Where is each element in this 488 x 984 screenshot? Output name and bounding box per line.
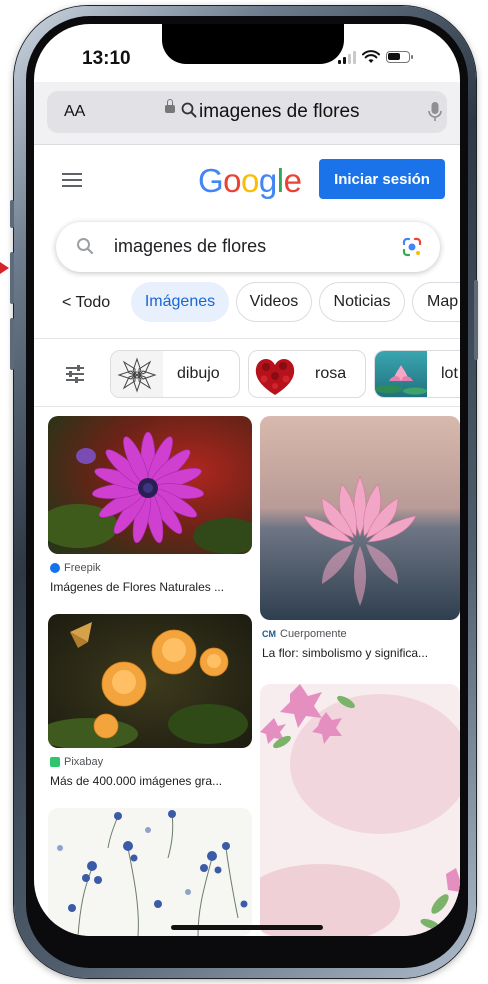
browser-toolbar: AA imagenes de flores [34,82,460,145]
tab-images[interactable]: Imágenes [131,282,229,322]
suggestion-label: dibujo [177,365,220,382]
lotus-thumbnail [375,351,427,397]
google-logo[interactable]: Google [198,162,302,200]
logo-letter: g [258,162,277,199]
pink-lotus-image[interactable] [260,416,460,620]
image-result[interactable]: Freepik Imágenes de Flores Naturales ... [48,416,252,606]
text-size-button[interactable]: AA [64,103,85,121]
freepik-icon [50,563,60,573]
red-roses-thumbnail [249,351,301,397]
lock-icon [165,99,175,113]
result-title[interactable]: La flor: simbolismo y significa... [262,646,428,660]
pixabay-icon [50,757,60,767]
home-indicator[interactable] [171,925,323,930]
battery-icon [386,51,413,63]
result-source[interactable]: Pixabay [50,756,103,768]
notch [162,24,344,64]
power-button [474,280,478,360]
signal-icon [338,50,356,64]
divider [34,406,460,407]
tab-videos[interactable]: Videos [236,282,312,322]
purple-flower-image[interactable] [48,416,252,554]
result-source[interactable]: Freepik [50,562,101,574]
suggestion-chip-loto[interactable]: lot [374,350,460,398]
suggestion-row: dibujo rosa lot [34,350,460,400]
pink-watercolor-image[interactable] [260,684,460,936]
tab-news[interactable]: Noticias [319,282,405,322]
tab-maps[interactable]: Map [412,282,460,322]
logo-letter: e [283,162,302,199]
result-source[interactable]: CM Cuerpomente [262,628,347,640]
menu-icon[interactable] [62,173,82,187]
result-title[interactable]: Más de 400.000 imágenes gra... [50,774,222,788]
search-icon [77,238,94,255]
phone-screen: 13:10 AA imagenes de flores Google Inici… [34,24,460,936]
logo-letter: o [223,162,242,199]
status-time: 13:10 [82,48,131,69]
status-icons [338,50,413,64]
tab-all-label: Todo [75,294,111,311]
image-result[interactable]: Pixabay Más de 400.000 imágenes gra... [48,614,252,800]
suggestion-chip-rosa[interactable]: rosa [248,350,366,398]
image-result[interactable]: CM Cuerpomente La flor: simbolismo y sig… [260,416,460,676]
tab-all[interactable]: < Todo [62,294,110,312]
logo-letter: l [276,162,284,199]
image-result[interactable] [48,808,252,936]
result-title[interactable]: Imágenes de Flores Naturales ... [50,580,224,594]
suggestion-label: lot [441,365,458,382]
source-name: Cuerpomente [280,628,347,640]
blue-floral-pattern-image[interactable] [48,808,252,936]
search-query[interactable]: imagenes de flores [114,236,266,257]
cuerpomente-icon: CM [262,629,276,639]
suggestion-chip-dibujo[interactable]: dibujo [110,350,240,398]
flower-drawing-thumbnail [111,351,163,397]
search-input[interactable]: imagenes de flores [56,222,440,272]
image-result[interactable] [260,684,460,936]
orange-flowers-image[interactable] [48,614,252,748]
source-name: Freepik [64,562,101,574]
search-tabs: < Todo Imágenes Videos Noticias Map [34,282,460,326]
wifi-icon [362,50,380,63]
filter-icon[interactable] [64,364,86,384]
search-icon [181,102,197,118]
divider [34,338,460,339]
google-lens-icon[interactable] [401,236,423,258]
url-text[interactable]: imagenes de flores [199,101,360,123]
source-name: Pixabay [64,756,104,768]
logo-letter: G [198,162,224,199]
pointer-arrow-icon [0,262,9,274]
volume-up-button [10,252,14,304]
suggestion-label: rosa [315,365,347,382]
logo-letter: o [241,162,259,199]
microphone-icon[interactable] [428,101,442,123]
signin-button[interactable]: Iniciar sesión [319,159,445,199]
silent-switch [10,200,14,228]
google-header: Google Iniciar sesión [34,145,460,209]
volume-down-button [10,318,14,370]
address-bar[interactable]: AA imagenes de flores [47,91,447,133]
